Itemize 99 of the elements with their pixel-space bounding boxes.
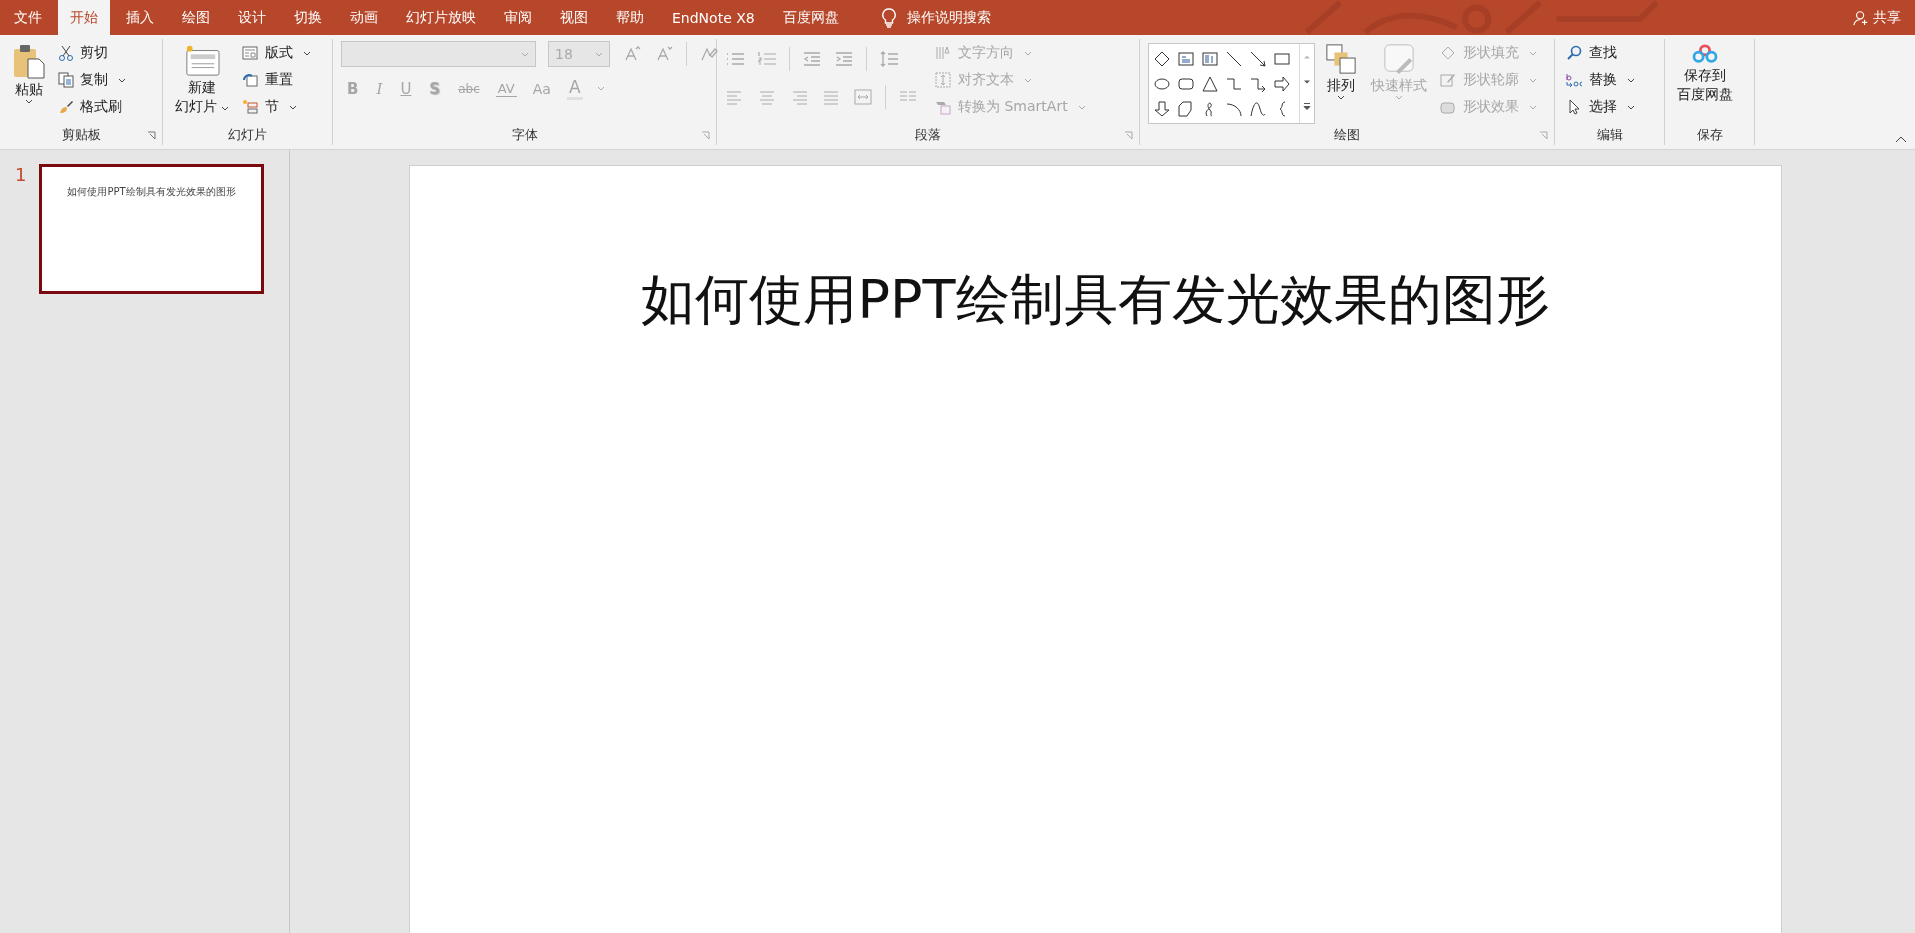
ribbon-tab[interactable]: 视图 <box>548 0 600 35</box>
dialog-launcher-icon[interactable] <box>147 131 156 140</box>
dialog-launcher-icon[interactable] <box>1124 131 1133 140</box>
caret-icon <box>521 51 529 57</box>
grow-font-icon[interactable] <box>622 45 642 63</box>
clipboard-icon <box>12 43 46 79</box>
caret-icon <box>1024 77 1032 83</box>
slide-number: 1 <box>15 164 27 187</box>
pencil-icon <box>1439 72 1457 88</box>
text-direction-icon <box>934 45 952 61</box>
quick-styles-icon <box>1383 43 1415 75</box>
caret-icon <box>1337 95 1345 100</box>
ribbon-tab[interactable]: 设计 <box>226 0 278 35</box>
replace-icon <box>1565 72 1583 88</box>
cloud-icon <box>1691 43 1719 65</box>
vertical-text-box-icon[interactable] <box>1201 49 1219 68</box>
reset-slide-icon <box>241 72 260 88</box>
share-button[interactable]: 共享 <box>1839 0 1915 35</box>
slide-action-button[interactable]: 节 <box>239 95 314 119</box>
ribbon-tab[interactable]: 文件 <box>2 0 54 35</box>
curve-icon[interactable] <box>1249 99 1267 118</box>
bullet-list-icon[interactable] <box>725 50 745 68</box>
thumbnail-title: 如何使用PPT绘制具有发光效果的图形 <box>67 185 236 198</box>
caret-icon <box>1627 77 1635 83</box>
paintbrush-icon <box>58 99 74 115</box>
paste-button[interactable]: 粘贴 <box>8 41 50 106</box>
line-spacing-icon[interactable] <box>879 50 899 68</box>
slide-action-button[interactable]: 版式 <box>239 41 314 65</box>
caret-icon <box>118 77 126 83</box>
copy-icon <box>58 72 74 88</box>
new-slide-button[interactable]: 新建 幻灯片 <box>171 41 234 117</box>
search-icon <box>1565 45 1583 61</box>
group-label: 剪贴板 <box>61 126 101 144</box>
caret-icon <box>1395 95 1403 100</box>
group-label: 字体 <box>511 126 538 144</box>
ribbon-tab[interactable]: 百度网盘 <box>770 0 851 35</box>
person-add-icon <box>1853 9 1869 26</box>
group-label: 绘图 <box>1334 126 1360 144</box>
align-text-icon <box>934 72 952 88</box>
clipboard-action-button[interactable]: 剪切 <box>56 41 128 65</box>
decrease-indent-icon[interactable] <box>802 50 822 68</box>
caret-icon <box>221 106 230 111</box>
text-box-icon[interactable] <box>1177 49 1195 68</box>
ribbon-tab[interactable]: 动画 <box>338 0 390 35</box>
ribbon-tab[interactable]: 帮助 <box>604 0 656 35</box>
tell-me-search[interactable]: 操作说明搜索 <box>906 8 991 27</box>
caret-icon <box>596 86 605 91</box>
increase-indent-icon[interactable] <box>834 50 854 68</box>
ribbon-tab[interactable]: 切换 <box>282 0 334 35</box>
shape-effects-icon <box>1439 99 1457 115</box>
caret-icon <box>1627 104 1635 110</box>
slide-thumbnail[interactable]: 如何使用PPT绘制具有发光效果的图形 <box>39 164 264 294</box>
clipboard-action-button[interactable]: 复制 <box>56 68 128 92</box>
ribbon-tab[interactable]: 幻灯片放映 <box>394 0 488 35</box>
diamond-icon[interactable] <box>1153 49 1171 68</box>
caret-icon <box>303 50 312 56</box>
line-icon[interactable] <box>1225 49 1243 68</box>
layout-icon <box>241 45 260 61</box>
group-label: 幻灯片 <box>228 126 267 144</box>
section-icon <box>241 99 260 115</box>
triangle-icon[interactable] <box>1201 74 1219 93</box>
group-label: 保存 <box>1696 126 1723 144</box>
ribbon-tab[interactable]: 绘图 <box>170 0 222 35</box>
caret-icon <box>595 51 603 57</box>
caret-icon <box>1077 104 1086 110</box>
arrange-icon <box>1325 43 1357 75</box>
dialog-launcher-icon[interactable] <box>1539 131 1548 140</box>
caret-icon <box>1529 77 1537 83</box>
caret-icon <box>1529 104 1537 110</box>
ribbon-tab[interactable]: EndNote X8 <box>660 0 767 35</box>
caret-icon <box>25 99 33 104</box>
arrow-line-icon[interactable] <box>1249 49 1267 68</box>
ribbon-tab[interactable]: 审阅 <box>492 0 544 35</box>
right-arrow-icon[interactable] <box>1273 74 1291 93</box>
ribbon-tab[interactable]: 开始 <box>58 0 110 35</box>
numbered-list-icon[interactable] <box>757 50 777 68</box>
group-label: 编辑 <box>1596 126 1623 144</box>
collapse-ribbon-icon[interactable] <box>1895 135 1907 143</box>
ribbon-tab[interactable]: 插入 <box>114 0 166 35</box>
save-to-cloud-button[interactable]: 保存到 百度网盘 <box>1673 41 1737 105</box>
down-arrow-icon[interactable] <box>1153 99 1171 118</box>
slide-title[interactable]: 如何使用PPT绘制具有发光效果的图形 <box>641 266 1550 334</box>
caret-icon <box>1529 50 1537 56</box>
editing-action-button[interactable]: 查找 <box>1563 41 1637 65</box>
smartart-icon <box>934 99 952 115</box>
clipboard-action-button[interactable]: 格式刷 <box>56 95 128 119</box>
lightbulb-icon <box>880 7 897 28</box>
freeform-icon[interactable] <box>1177 99 1195 118</box>
caret-icon <box>289 104 298 110</box>
editing-action-button[interactable]: 选择 <box>1563 95 1637 119</box>
editing-action-button[interactable]: 替换 <box>1563 68 1637 92</box>
arrange-button[interactable]: 排列 <box>1321 41 1361 102</box>
slide-action-button[interactable]: 重置 <box>239 68 314 92</box>
dialog-launcher-icon[interactable] <box>701 131 710 140</box>
shrink-font-icon[interactable] <box>654 45 674 63</box>
group-label: 段落 <box>915 126 941 144</box>
scissors-icon <box>58 45 74 61</box>
caret-icon <box>1024 50 1032 56</box>
distribute-icon[interactable] <box>853 88 873 106</box>
